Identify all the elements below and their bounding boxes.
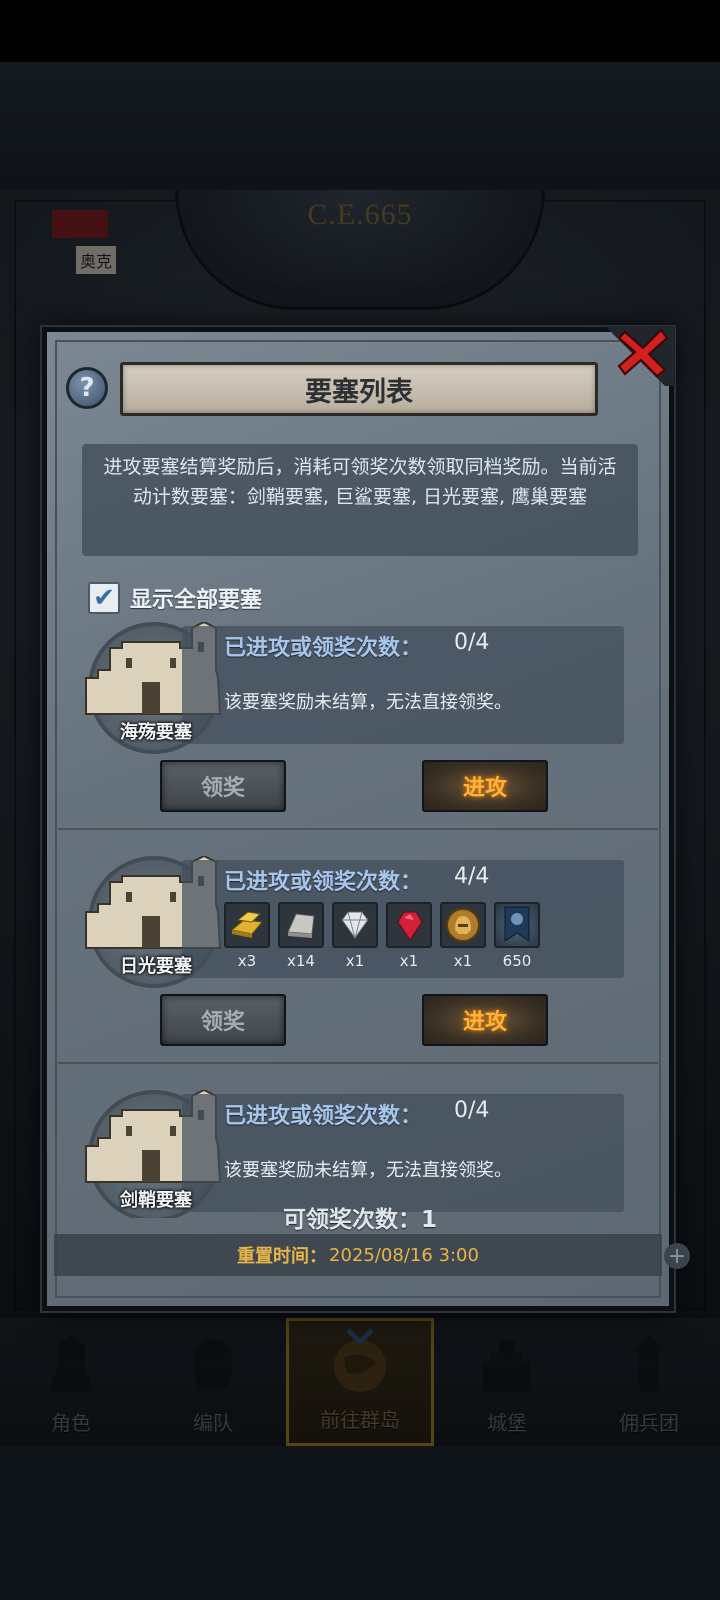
divider bbox=[58, 828, 658, 830]
attack-count-value: 0/4 bbox=[454, 630, 490, 655]
fortress-message: 该要塞奖励未结算，无法直接领奖。 bbox=[224, 692, 512, 713]
reward-item[interactable]: x3 bbox=[224, 902, 270, 970]
attack-count-label: 已进攻或领奖次数： bbox=[224, 870, 423, 895]
close-icon bbox=[617, 328, 669, 378]
diamond-icon bbox=[332, 902, 378, 948]
checkmark-icon: ✔ bbox=[93, 583, 115, 613]
reward-item[interactable]: x1 bbox=[440, 902, 486, 970]
info-text: 进攻要塞结算奖励后，消耗可领奖次数领取同档奖励。当前活动计数要塞：剑鞘要塞, 巨… bbox=[103, 456, 617, 508]
reward-qty: x1 bbox=[345, 952, 365, 970]
ruby-icon bbox=[386, 902, 432, 948]
plus-icon[interactable]: + bbox=[664, 1243, 690, 1269]
attack-count-label: 已进攻或领奖次数： bbox=[224, 636, 423, 661]
attack-count-label: 已进攻或领奖次数： bbox=[224, 1104, 423, 1129]
fortress-name: 日光要塞 bbox=[120, 956, 192, 977]
question-mark-icon: ? bbox=[79, 373, 95, 403]
reward-qty: x14 bbox=[287, 952, 315, 970]
fortress-entry: 海殇要塞 已进攻或领奖次数： 0/4 该要塞奖励未结算，无法直接领奖。 领奖 进… bbox=[58, 622, 658, 858]
show-all-toggle[interactable]: ✔ 显示全部要塞 bbox=[88, 582, 262, 614]
reward-qty: x1 bbox=[399, 952, 419, 970]
dialog-title: 要塞列表 bbox=[305, 376, 413, 408]
gold-bar-icon bbox=[224, 902, 270, 948]
fortress-entry: 剑鞘要塞 已进攻或领奖次数： 0/4 该要塞奖励未结算，无法直接领奖。 bbox=[58, 1090, 658, 1218]
reset-time-bar: 重置时间： 2025/08/16 3:00 bbox=[54, 1234, 662, 1276]
divider bbox=[58, 1062, 658, 1064]
fortress-list[interactable]: 海殇要塞 已进攻或领奖次数： 0/4 该要塞奖励未结算，无法直接领奖。 领奖 进… bbox=[58, 622, 658, 1218]
attack-button[interactable]: 进攻 bbox=[422, 760, 548, 812]
helmet-medal-icon bbox=[440, 902, 486, 948]
reward-item[interactable]: 650 bbox=[494, 902, 540, 970]
claims-remaining: 可领奖次数：1 bbox=[282, 1207, 437, 1233]
reward-qty: x1 bbox=[453, 952, 473, 970]
help-button[interactable]: ? bbox=[66, 367, 108, 409]
reset-time-value: 2025/08/16 3:00 bbox=[329, 1244, 479, 1266]
show-all-label: 显示全部要塞 bbox=[130, 588, 263, 613]
banner-icon bbox=[494, 902, 540, 948]
attack-count-value: 4/4 bbox=[454, 864, 490, 889]
reward-item[interactable]: x1 bbox=[332, 902, 378, 970]
reward-qty: 650 bbox=[502, 952, 532, 970]
dialog-title-plate: 要塞列表 bbox=[120, 362, 598, 416]
reset-time-label: 重置时间： bbox=[237, 1246, 328, 1267]
silver-bar-icon bbox=[278, 902, 324, 948]
attack-count-value: 0/4 bbox=[454, 1098, 490, 1123]
close-button[interactable] bbox=[614, 323, 672, 381]
reward-item[interactable]: x14 bbox=[278, 902, 324, 970]
info-box: 进攻要塞结算奖励后，消耗可领奖次数领取同档奖励。当前活动计数要塞：剑鞘要塞, 巨… bbox=[82, 444, 638, 556]
fortress-message: 该要塞奖励未结算，无法直接领奖。 bbox=[224, 1160, 512, 1181]
claim-button[interactable]: 领奖 bbox=[160, 994, 286, 1046]
claim-button[interactable]: 领奖 bbox=[160, 760, 286, 812]
reward-qty: x3 bbox=[237, 952, 257, 970]
reward-item[interactable]: x1 bbox=[386, 902, 432, 970]
fortress-name: 海殇要塞 bbox=[120, 722, 192, 743]
attack-button[interactable]: 进攻 bbox=[422, 994, 548, 1046]
show-all-checkbox[interactable]: ✔ bbox=[88, 582, 120, 614]
fortress-entry: 日光要塞 已进攻或领奖次数： 4/4 x3 x14 x1 x1 x1 650 领… bbox=[58, 856, 658, 1092]
reward-list: x3 x14 x1 x1 x1 650 bbox=[224, 902, 540, 970]
bottom-area bbox=[0, 1446, 720, 1600]
status-bar bbox=[0, 0, 720, 62]
